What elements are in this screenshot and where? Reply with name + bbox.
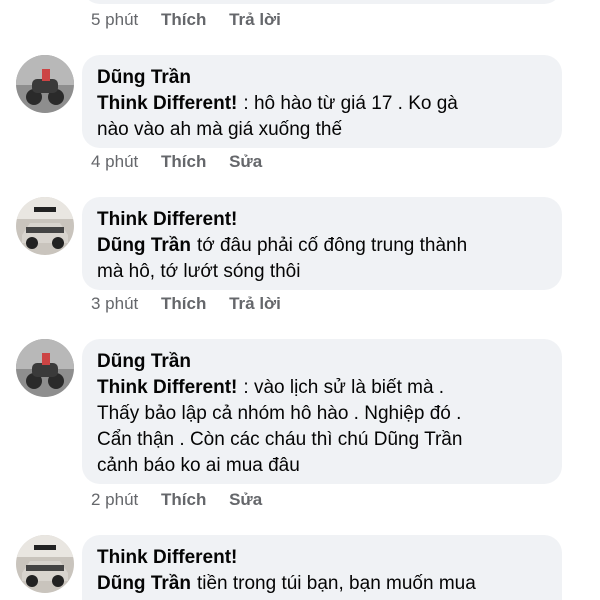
reply-button[interactable]: Trả lời [229, 10, 281, 29]
car-avatar-icon [16, 535, 74, 593]
avatar[interactable] [16, 197, 74, 255]
motorbike-avatar-icon [16, 339, 74, 397]
comment-text: Dũng Trần tớ đâu phải cố đông trung thành… [97, 235, 468, 282]
comment-text: Think Different!: vào lịch sử là biết mà… [97, 377, 463, 476]
avatar[interactable] [16, 535, 74, 593]
avatar[interactable] [16, 55, 74, 113]
like-button[interactable]: Thích [161, 10, 206, 29]
mention-link[interactable]: Think Different! [97, 377, 237, 398]
comment-actions: 4 phút Thích Sửa [91, 152, 262, 172]
edit-button[interactable]: Sửa [229, 152, 262, 171]
comment-time[interactable]: 4 phút [91, 152, 138, 171]
comment-bubble: Think Different! Dũng Trần tiền trong túi… [82, 535, 562, 600]
like-button[interactable]: Thích [161, 152, 206, 171]
comment-bubble: Think Different! Dũng Trần tớ đâu phải cố… [82, 197, 562, 290]
mention-link[interactable]: Dũng Trần [97, 235, 191, 256]
comment-author[interactable]: Dũng Trần [97, 65, 548, 91]
avatar[interactable] [16, 339, 74, 397]
comment-author[interactable]: Dũng Trần [97, 349, 548, 375]
comment-author[interactable]: Think Different! [97, 207, 548, 233]
comment-text: Dũng Trần tiền trong túi bạn, bạn muốn mu… [97, 573, 476, 594]
comment-thread: 5 phút Thích Trả lời Dũng Trần Think Dif… [0, 0, 600, 600]
like-button[interactable]: Thích [161, 490, 206, 509]
reply-button[interactable]: Trả lời [229, 294, 281, 313]
comment-bubble: Dũng Trần Think Different!: hô hào từ gi… [82, 55, 562, 148]
comment-bubble-partial [82, 0, 562, 4]
comment-text: Think Different!: hô hào từ giá 17 . Ko … [97, 93, 458, 140]
mention-link[interactable]: Think Different! [97, 93, 237, 114]
mention-link[interactable]: Dũng Trần [97, 573, 191, 594]
motorbike-avatar-icon [16, 55, 74, 113]
comment-actions: 5 phút Thích Trả lời [91, 10, 281, 30]
comment-actions: 3 phút Thích Trả lời [91, 294, 281, 314]
comment-time[interactable]: 5 phút [91, 10, 138, 29]
comment-time[interactable]: 2 phút [91, 490, 138, 509]
car-avatar-icon [16, 197, 74, 255]
comment-bubble: Dũng Trần Think Different!: vào lịch sử … [82, 339, 562, 484]
edit-button[interactable]: Sửa [229, 490, 262, 509]
comment-actions: 2 phút Thích Sửa [91, 490, 262, 510]
comment-time[interactable]: 3 phút [91, 294, 138, 313]
comment-author[interactable]: Think Different! [97, 545, 548, 571]
like-button[interactable]: Thích [161, 294, 206, 313]
